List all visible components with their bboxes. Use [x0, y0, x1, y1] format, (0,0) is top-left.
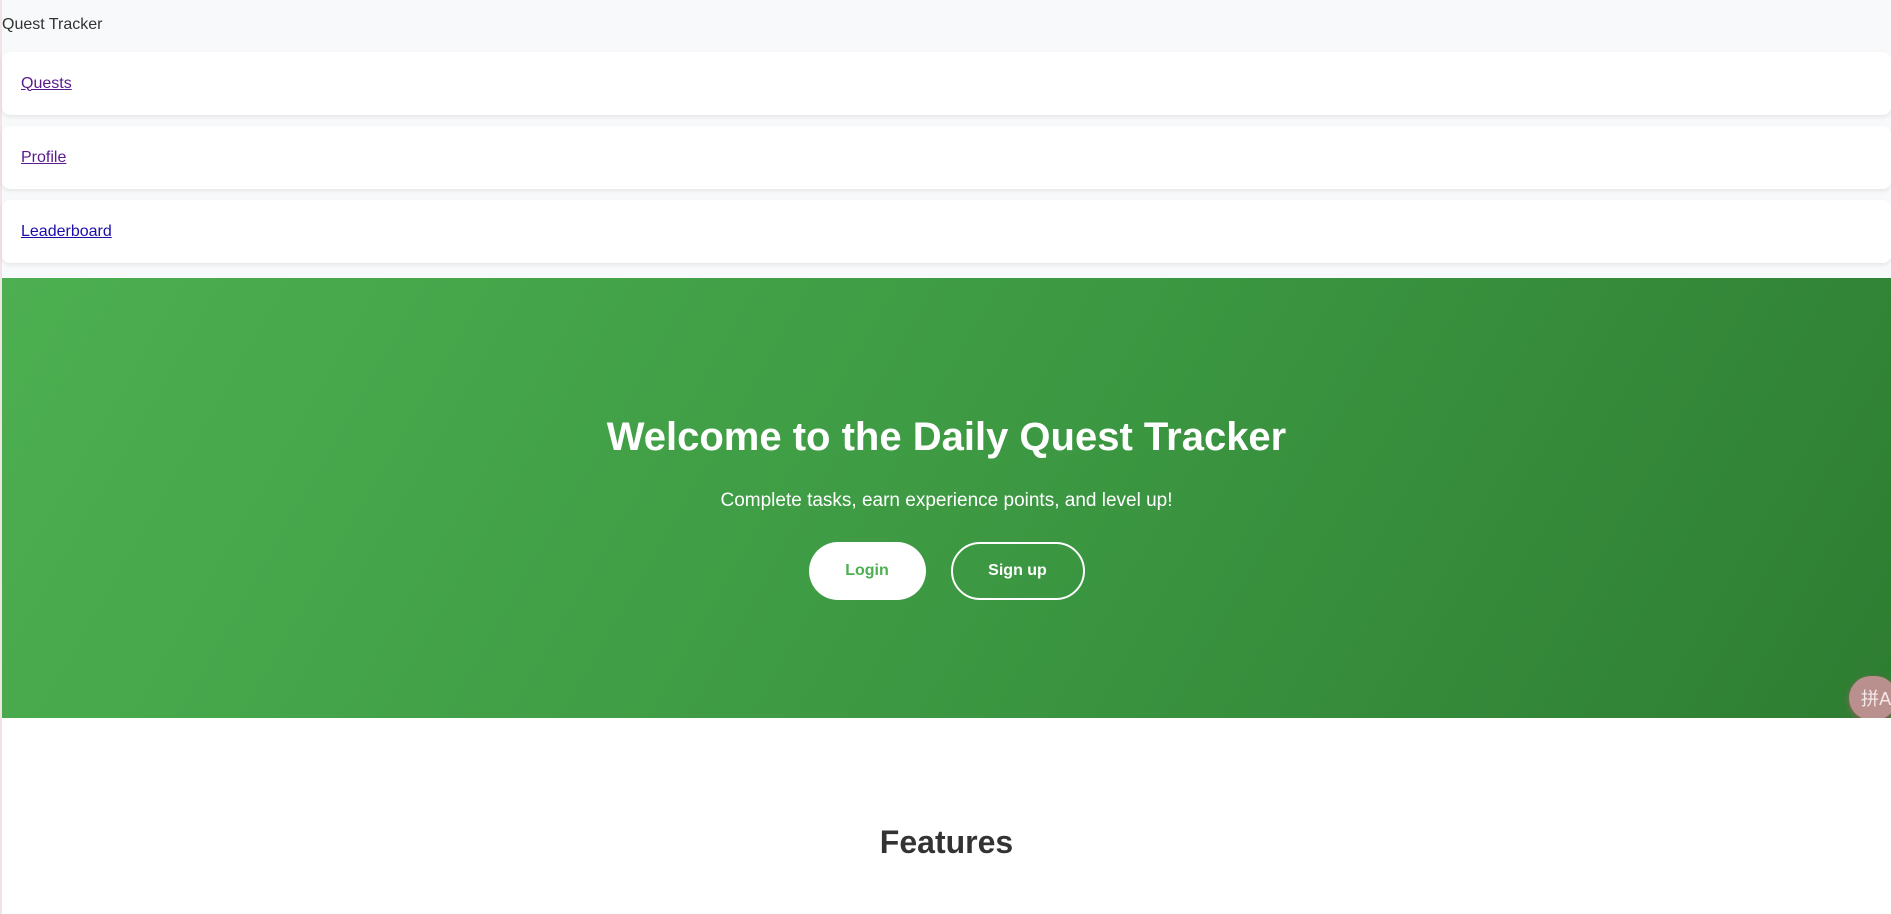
- signup-button[interactable]: Sign up: [950, 542, 1085, 600]
- features-section: Features: [2, 718, 1891, 914]
- hero-actions: Login Sign up: [808, 542, 1085, 600]
- brand-title: Quest Tracker: [2, 16, 103, 33]
- hero-section: Welcome to the Daily Quest Tracker Compl…: [2, 278, 1891, 718]
- nav-link-leaderboard[interactable]: Leaderboard: [21, 223, 112, 241]
- nav-item-profile[interactable]: Profile: [2, 126, 1891, 189]
- nav-item-leaderboard[interactable]: Leaderboard: [2, 200, 1891, 263]
- main-nav: Quests Profile Leaderboard: [2, 52, 1891, 274]
- hero-title: Welcome to the Daily Quest Tracker: [606, 415, 1287, 459]
- nav-link-profile[interactable]: Profile: [21, 149, 66, 167]
- page: Quest Tracker Quests Profile Leaderboard…: [0, 0, 1891, 914]
- features-title: Features: [879, 824, 1014, 860]
- nav-item-quests[interactable]: Quests: [2, 52, 1891, 115]
- translate-glyph: 拼A: [1861, 689, 1891, 710]
- hero-subtitle: Complete tasks, earn experience points, …: [720, 490, 1173, 511]
- translate-icon[interactable]: 拼A: [1849, 676, 1891, 720]
- login-button[interactable]: Login: [808, 542, 926, 600]
- nav-link-quests[interactable]: Quests: [21, 75, 72, 93]
